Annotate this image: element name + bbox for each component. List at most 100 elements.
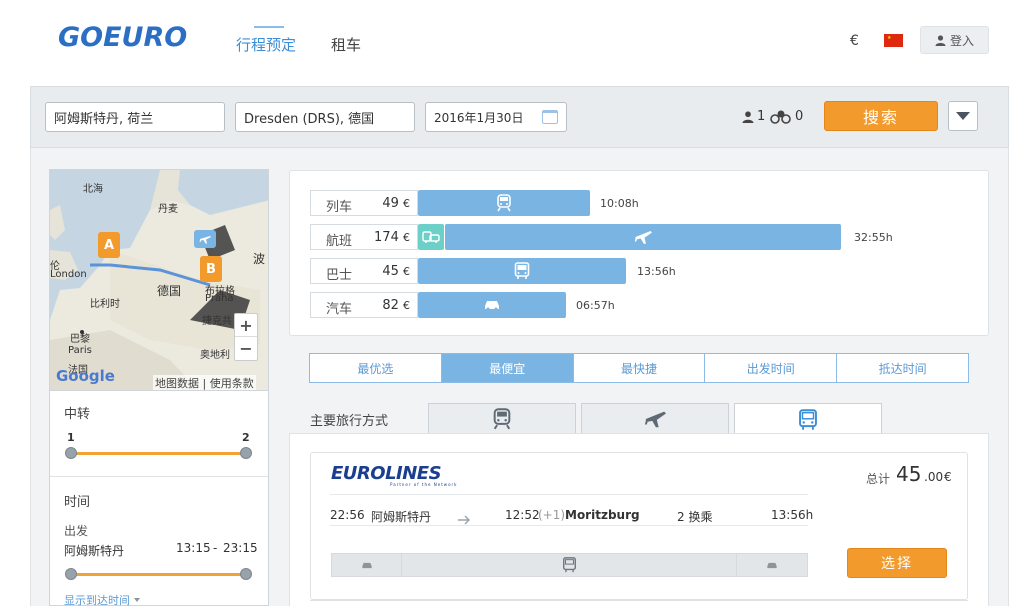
nav-active-indicator bbox=[254, 26, 284, 28]
passenger-selector[interactable]: 1 bbox=[742, 109, 765, 124]
total-currency: € bbox=[944, 470, 952, 484]
transfers-min-label: 1 bbox=[67, 431, 75, 444]
airport-marker[interactable] bbox=[194, 230, 216, 248]
transfers-max-label: 2 bbox=[242, 431, 250, 444]
operator-logo: EUROLINES bbox=[331, 463, 442, 484]
bus-duration: 13:56h bbox=[637, 265, 676, 278]
search-button[interactable]: 搜索 bbox=[824, 101, 938, 131]
mode-row-bus[interactable]: 巴士 45 € bbox=[310, 258, 418, 284]
mode-name: 列车 bbox=[326, 200, 353, 215]
time-slider-min-handle[interactable] bbox=[65, 568, 77, 580]
map-label-north-sea: 北海 bbox=[83, 184, 103, 195]
mode-name: 汽车 bbox=[326, 302, 353, 317]
next-result-card[interactable] bbox=[310, 600, 968, 606]
departure-time-to: 23:15 bbox=[223, 541, 258, 555]
zoom-out-button[interactable]: − bbox=[235, 337, 257, 360]
depart-city: 阿姆斯特丹 bbox=[371, 510, 432, 524]
arrive-time: 12:52 bbox=[505, 508, 540, 522]
journey-legs-bar[interactable] bbox=[331, 553, 808, 577]
select-button[interactable]: 选择 bbox=[847, 548, 947, 578]
car-icon bbox=[485, 301, 499, 311]
show-arrival-time-link[interactable]: 显示到达时间 bbox=[64, 592, 140, 606]
currency-selector[interactable]: € bbox=[850, 33, 859, 49]
tab-arrival-time[interactable]: 抵达时间 bbox=[837, 354, 968, 382]
train-duration-bar[interactable] bbox=[418, 190, 590, 216]
adult-count: 1 bbox=[757, 109, 766, 124]
time-slider-max-handle[interactable] bbox=[240, 568, 252, 580]
login-button[interactable]: 登入 bbox=[920, 26, 989, 54]
filter-divider bbox=[50, 476, 268, 477]
tab-departure-time[interactable]: 出发时间 bbox=[705, 354, 838, 382]
map-label-london: London bbox=[50, 269, 87, 280]
departure-label: 出发 bbox=[64, 524, 89, 538]
mode-row-train[interactable]: 列车 49 € bbox=[310, 190, 418, 216]
marker-a-label: A bbox=[103, 237, 115, 253]
trip-duration: 13:56h bbox=[771, 508, 814, 522]
plane-icon bbox=[634, 231, 652, 244]
bicycle-selector[interactable]: 0 bbox=[770, 109, 803, 124]
tab-fastest[interactable]: 最快捷 bbox=[574, 354, 706, 382]
depart-time: 22:56 bbox=[330, 508, 365, 522]
bus-icon bbox=[514, 262, 530, 279]
more-options-button[interactable] bbox=[948, 101, 978, 131]
card-divider bbox=[330, 494, 808, 495]
transport-tab-flight[interactable] bbox=[581, 403, 729, 434]
goeuro-logo[interactable]: GOEURO bbox=[58, 22, 187, 53]
bus-duration-bar[interactable] bbox=[418, 258, 626, 284]
origin-input[interactable]: 阿姆斯特丹, 荷兰 bbox=[45, 102, 225, 132]
departure-time-from: 13:15 bbox=[176, 541, 211, 555]
mode-row-flight[interactable]: 航班 174 € bbox=[310, 224, 418, 250]
bicycle-count: 0 bbox=[795, 109, 804, 124]
nav-car-rental[interactable]: 租车 bbox=[331, 34, 361, 55]
map-label-germany: 德国 bbox=[157, 284, 182, 298]
zoom-controls: + − bbox=[234, 313, 258, 361]
leg-bus bbox=[402, 554, 737, 576]
flight-feeder-bar[interactable] bbox=[418, 224, 444, 250]
map-label-paris: Paris bbox=[68, 345, 92, 356]
transfers-slider-min-handle[interactable] bbox=[65, 447, 77, 459]
route-map[interactable]: 北海 丹麦 德国 波 比利时 伦 London 巴黎 Paris 法国 布拉格 … bbox=[49, 169, 269, 391]
calendar-icon[interactable] bbox=[542, 110, 558, 124]
time-slider-track[interactable] bbox=[71, 573, 246, 576]
date-input[interactable]: 2016年1月30日 bbox=[425, 102, 567, 132]
mode-price: 174 € bbox=[374, 230, 410, 245]
transfers-slider-track[interactable] bbox=[71, 452, 246, 455]
plane-icon bbox=[199, 236, 211, 244]
google-logo[interactable]: Google bbox=[56, 367, 115, 385]
total-price-cents: .00 bbox=[924, 470, 944, 484]
train-icon bbox=[497, 194, 511, 212]
zoom-in-button[interactable]: + bbox=[235, 314, 257, 337]
mode-name: 巴士 bbox=[326, 268, 353, 283]
flight-duration: 32:55h bbox=[854, 231, 893, 244]
transport-tab-bus[interactable] bbox=[734, 403, 882, 435]
marker-b[interactable]: B bbox=[200, 256, 222, 282]
marker-a[interactable]: A bbox=[98, 232, 120, 258]
operator-logo-subtitle: Partner of the Network bbox=[390, 482, 458, 487]
destination-input[interactable]: Dresden (DRS), 德国 bbox=[235, 102, 415, 132]
map-label-paris-zh: 巴黎 bbox=[70, 334, 90, 345]
train-icon bbox=[493, 408, 511, 430]
card-divider-2 bbox=[330, 525, 808, 526]
transfers-slider-max-handle[interactable] bbox=[240, 447, 252, 459]
transport-tab-train[interactable] bbox=[428, 403, 576, 434]
total-price: 45 bbox=[896, 462, 922, 486]
bus-icon bbox=[562, 557, 576, 573]
departure-time-separator: - bbox=[213, 541, 218, 555]
user-icon bbox=[935, 34, 946, 46]
car-duration-bar[interactable] bbox=[418, 292, 566, 318]
tab-cheapest[interactable]: 最便宜 bbox=[441, 354, 574, 382]
tab-best[interactable]: 最优选 bbox=[310, 354, 442, 382]
map-attribution[interactable]: 地图数据 | 使用条款 bbox=[153, 375, 256, 390]
china-flag-icon[interactable]: ★ bbox=[884, 34, 903, 47]
chevron-down-icon bbox=[956, 112, 970, 120]
time-filter-title: 时间 bbox=[64, 495, 91, 510]
flight-duration-bar[interactable] bbox=[445, 224, 841, 250]
feeder-transport-icon bbox=[422, 231, 440, 243]
nav-trip-booking[interactable]: 行程预定 bbox=[236, 34, 296, 55]
map-label-prague: Praha bbox=[205, 293, 234, 304]
map-label-denmark: 丹麦 bbox=[158, 204, 178, 215]
mode-row-car[interactable]: 汽车 82 € bbox=[310, 292, 418, 318]
login-label: 登入 bbox=[949, 33, 974, 48]
transfers-filter-title: 中转 bbox=[64, 407, 91, 422]
leg-car-start bbox=[332, 554, 402, 576]
